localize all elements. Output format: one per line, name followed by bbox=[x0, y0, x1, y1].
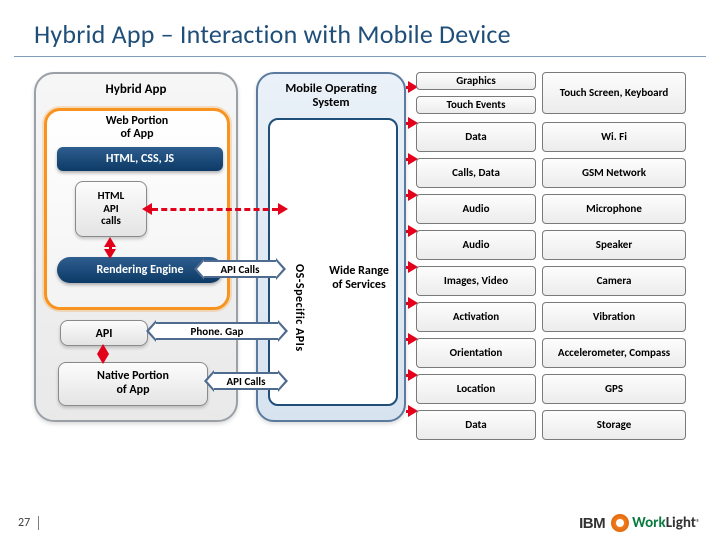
grid-row: LocationGPS bbox=[416, 374, 686, 404]
arrow-label-phonegap: Phone. Gap bbox=[156, 322, 278, 340]
grid-row: AudioSpeaker bbox=[416, 230, 686, 260]
worklight-text-work: Work bbox=[632, 514, 666, 532]
slide-title: Hybrid App – Interaction with Mobile Dev… bbox=[0, 0, 720, 56]
native-portion-box: Native Portion of App bbox=[58, 362, 208, 406]
arrow-api-to-native bbox=[100, 344, 106, 364]
service-cell: Location bbox=[416, 374, 536, 404]
hardware-cell: Wi. Fi bbox=[542, 122, 686, 152]
api-box: API bbox=[60, 320, 148, 346]
grid-row: OrientationAccelerometer, Compass bbox=[416, 338, 686, 368]
html-api-calls-box: HTML API calls bbox=[75, 181, 147, 237]
arrow-native-api-calls: API Calls bbox=[204, 370, 288, 392]
service-cell: Calls, Data bbox=[416, 158, 536, 188]
hardware-cell: Speaker bbox=[542, 230, 686, 260]
service-cell: Audio bbox=[416, 230, 536, 260]
diagram-stage: Hybrid App Web Portion of App HTML, CSS,… bbox=[34, 72, 686, 480]
service-cell: Data bbox=[416, 410, 536, 440]
arrow-htmlapi-to-os-dashed bbox=[142, 206, 288, 212]
grid-row: Calls, DataGSM Network bbox=[416, 158, 686, 188]
service-hardware-grid: Graphics Touch Screen, Keyboard Touch Ev… bbox=[416, 72, 686, 446]
title-underline bbox=[14, 56, 706, 57]
footer-logo: IBM Work Light ® bbox=[579, 514, 700, 532]
hardware-cell: Accelerometer, Compass bbox=[542, 338, 686, 368]
trademark-icon: ® bbox=[696, 518, 700, 528]
hardware-cell: Vibration bbox=[542, 302, 686, 332]
hardware-cell: GPS bbox=[542, 374, 686, 404]
wide-range-label: Wide Range of Services bbox=[318, 264, 400, 293]
grid-row: Images, VideoCamera bbox=[416, 266, 686, 296]
arrow-phonegap: Phone. Gap bbox=[146, 320, 288, 342]
os-specific-apis-label: OS-Specific APIs bbox=[282, 230, 306, 386]
hybrid-app-title: Hybrid App bbox=[36, 74, 236, 103]
ibm-logo-text: IBM bbox=[579, 515, 605, 532]
service-cell: Orientation bbox=[416, 338, 536, 368]
worklight-gear-icon bbox=[611, 514, 629, 532]
html-css-js-box: HTML, CSS, JS bbox=[57, 147, 223, 171]
grid-row: DataStorage bbox=[416, 410, 686, 440]
hardware-cell: GSM Network bbox=[542, 158, 686, 188]
service-cell: Images, Video bbox=[416, 266, 536, 296]
hardware-cell: Microphone bbox=[542, 194, 686, 224]
service-cell: Data bbox=[416, 122, 536, 152]
worklight-text-light: Light bbox=[666, 514, 696, 532]
arrow-label-api-calls-1: API Calls bbox=[204, 260, 276, 278]
grid-row: Touch Events bbox=[416, 96, 686, 116]
service-cell: Graphics bbox=[416, 72, 536, 90]
arrow-htmlapi-to-rendering bbox=[107, 237, 113, 259]
web-portion-label: Web Portion of App bbox=[47, 111, 227, 143]
arrow-rendering-api-calls: API Calls bbox=[194, 258, 286, 280]
os-inner-box: OS-Specific APIs Wide Range of Services bbox=[268, 118, 398, 406]
grid-row: ActivationVibration bbox=[416, 302, 686, 332]
grid-row: AudioMicrophone bbox=[416, 194, 686, 224]
grid-row: DataWi. Fi bbox=[416, 122, 686, 152]
hardware-cell: Camera bbox=[542, 266, 686, 296]
service-cell: Activation bbox=[416, 302, 536, 332]
service-cell: Touch Events bbox=[416, 96, 536, 114]
mobile-os-title: Mobile Operating System bbox=[258, 74, 404, 115]
hardware-cell: Storage bbox=[542, 410, 686, 440]
service-cell: Audio bbox=[416, 194, 536, 224]
arrow-label-api-calls-2: API Calls bbox=[214, 372, 278, 390]
slide-number: 27 bbox=[18, 516, 39, 530]
